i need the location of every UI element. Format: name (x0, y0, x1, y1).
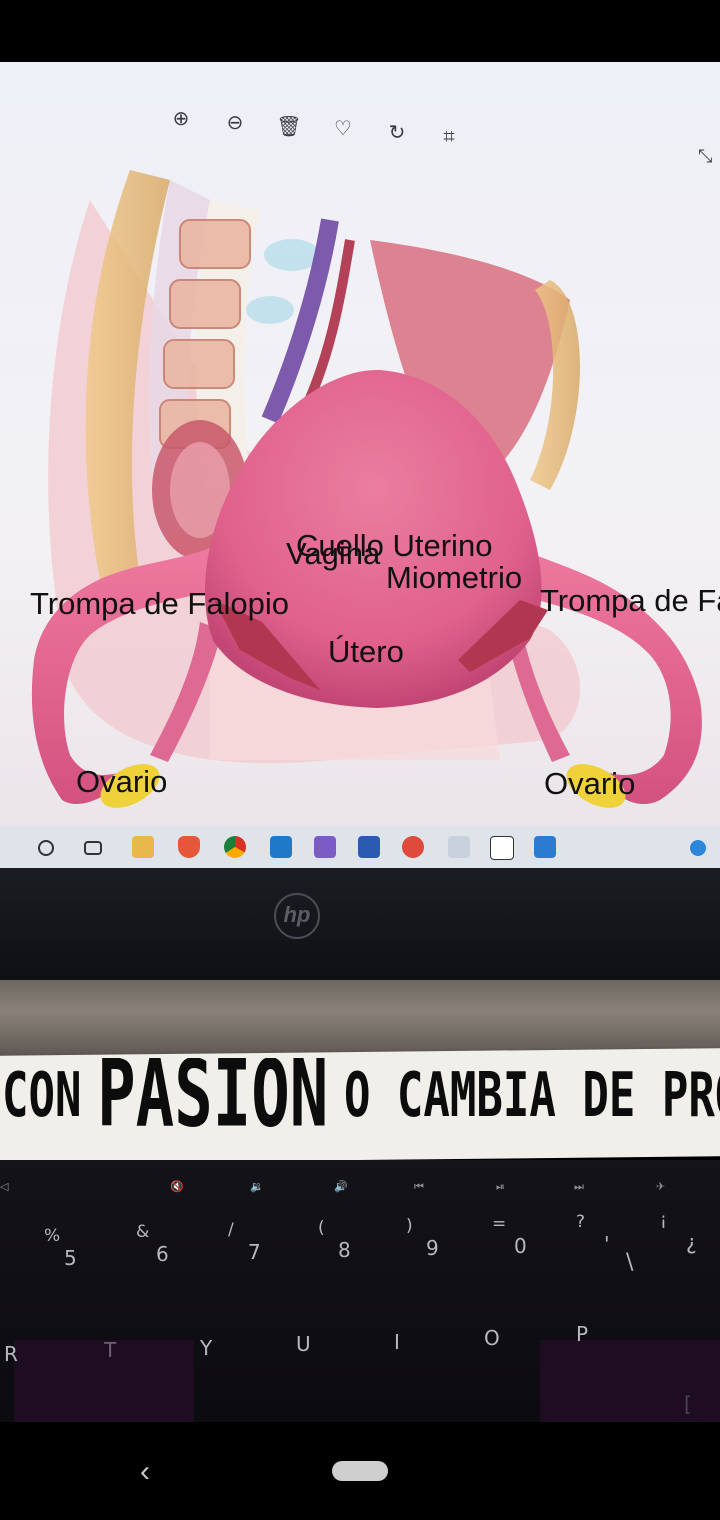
media-icon (402, 836, 424, 858)
key-8-top: ( (318, 1218, 325, 1238)
next-track-icon: ⏭ (574, 1180, 584, 1193)
label-vagina: Vagina (286, 536, 381, 571)
key-u: U (296, 1332, 311, 1356)
key-t: T (104, 1338, 117, 1362)
label-utero: Útero (328, 634, 404, 669)
label-trompa-izquierda: Trompa de Falopio (30, 586, 290, 621)
expand-icon: ⤡ (698, 146, 713, 166)
task-view-icon (84, 841, 102, 855)
label-ovario-izquierdo: Ovario (76, 764, 168, 799)
key-9: 9 (426, 1236, 439, 1260)
key-r: R (4, 1342, 18, 1366)
key-6: 6 (156, 1242, 169, 1266)
home-pill[interactable] (332, 1461, 388, 1481)
crop-icon: ⌗ (443, 126, 455, 148)
start-circle-icon (38, 840, 54, 856)
key-bracket: [ (684, 1392, 692, 1416)
zoom-in-icon: ⊕ (172, 108, 190, 130)
windows-taskbar (0, 826, 720, 868)
brave-icon (178, 836, 200, 858)
camera-view: ⊕ ⊖ 🗑 ♡ ↻ ⌗ ⤡ hp CON PASION O CAMBIA DE … (0, 0, 720, 1520)
previous-track-icon: ⏮ (414, 1180, 424, 1193)
tape-word-big: PASION (97, 1058, 329, 1149)
heart-icon: ♡ (334, 118, 352, 140)
visual-studio-icon (314, 836, 336, 858)
volume-down-icon: 🔉 (250, 1180, 264, 1193)
key-backslash-hint: \ (626, 1250, 634, 1275)
key-y: Y (200, 1336, 213, 1360)
key-0: 0 (514, 1234, 527, 1258)
notification-icon (690, 840, 706, 856)
key-6-top: & (136, 1222, 150, 1242)
viewer-toolbar: ⊕ ⊖ 🗑 ♡ ↻ ⌗ (160, 100, 480, 148)
label-miometrio: Miometrio (386, 560, 523, 595)
play-pause-icon: ⏯ (496, 1180, 505, 1193)
vscode-icon (270, 836, 292, 858)
tape-word-small: CON (2, 1059, 82, 1131)
key-inv-exclam-top: ¡ (660, 1210, 667, 1230)
file-explorer-icon (132, 836, 154, 858)
volume-mute-icon: 🔇 (170, 1180, 184, 1193)
laptop-hinge (0, 980, 720, 1058)
key-apos-top: ? (576, 1212, 586, 1232)
airplane-icon: ✈ (656, 1180, 666, 1193)
key-0-top: = (492, 1214, 507, 1234)
key-7: 7 (248, 1240, 261, 1264)
volume-up-icon: 🔊 (334, 1180, 348, 1193)
key-i: I (394, 1330, 400, 1354)
fkey-hint: ◁ (0, 1180, 9, 1193)
back-icon[interactable]: ‹ (130, 1452, 160, 1492)
key-5-top: % (44, 1226, 61, 1246)
key-p: P (576, 1322, 589, 1346)
label-trompa-derecha: Trompa de Falopio (540, 583, 720, 618)
key-5: 5 (64, 1246, 77, 1270)
zoom-out-icon: ⊖ (226, 112, 244, 134)
key-o: O (484, 1326, 500, 1350)
label-ovario-derecho: Ovario (544, 766, 636, 801)
tape-word-rest: O CAMBIA DE PROFE (343, 1059, 720, 1131)
rotate-icon: ↻ (388, 122, 406, 144)
key-9-top: ) (406, 1216, 413, 1236)
key-8: 8 (338, 1238, 351, 1262)
notion-icon (490, 836, 514, 860)
chrome-icon (224, 836, 246, 858)
hp-logo: hp (274, 893, 320, 939)
store-icon (448, 836, 470, 858)
word-icon (358, 836, 380, 858)
trash-icon: 🗑 (276, 116, 302, 138)
key-inv-question: ¿ (686, 1230, 697, 1254)
tape-text: CON PASION O CAMBIA DE PROFE (0, 1058, 720, 1158)
key-glow-right (540, 1340, 720, 1422)
laptop-bezel (0, 868, 720, 980)
key-apos: ' (604, 1232, 610, 1256)
photos-icon (534, 836, 556, 858)
key-7-top: / (228, 1220, 234, 1240)
